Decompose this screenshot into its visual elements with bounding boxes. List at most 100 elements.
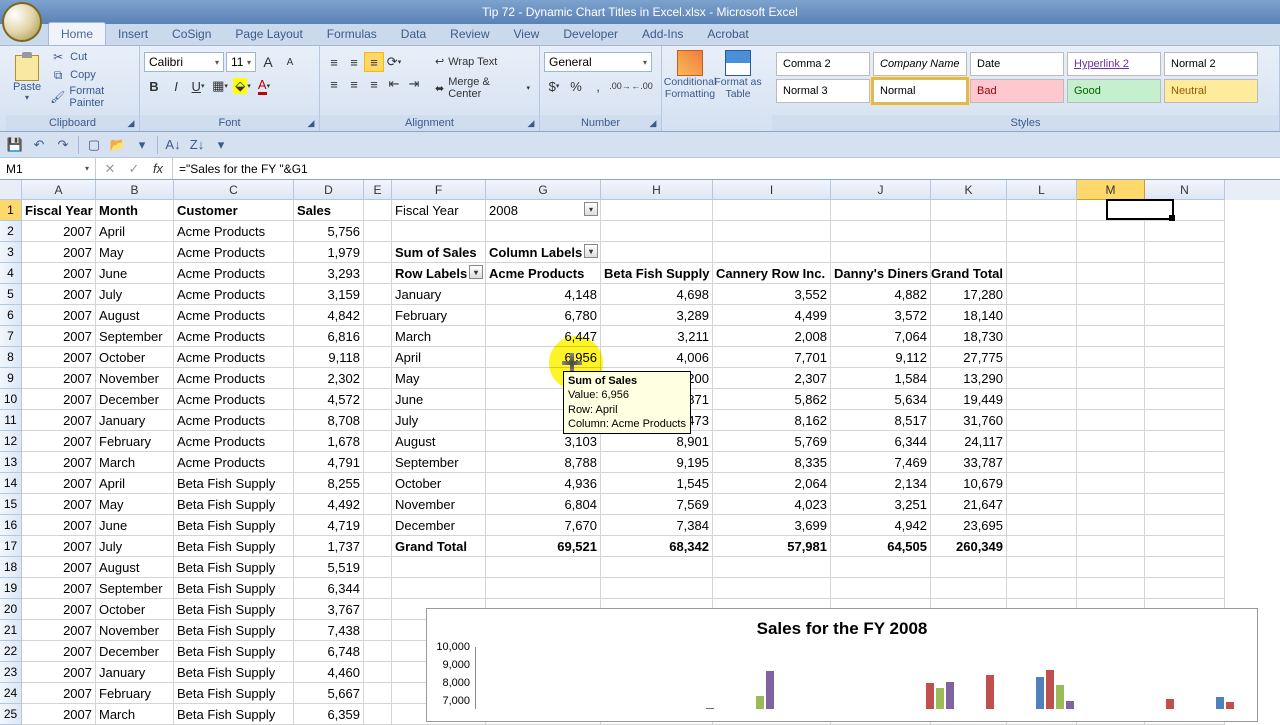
cell-C3[interactable]: Acme Products (174, 242, 294, 263)
new-button[interactable]: ▢ (83, 135, 105, 155)
row-header-18[interactable]: 18 (0, 557, 22, 578)
cell-J16[interactable]: 4,942 (831, 515, 931, 536)
row-header-15[interactable]: 15 (0, 494, 22, 515)
wrap-text-button[interactable]: ↩Wrap Text (430, 52, 535, 71)
cell-E22[interactable] (364, 641, 392, 662)
cell-K7[interactable]: 18,730 (931, 326, 1007, 347)
cell-K19[interactable] (931, 578, 1007, 599)
cell-D17[interactable]: 1,737 (294, 536, 364, 557)
cell-H14[interactable]: 1,545 (601, 473, 713, 494)
cell-L4[interactable] (1007, 263, 1077, 284)
orientation-button[interactable]: ⟳▾ (384, 52, 404, 72)
cell-G5[interactable]: 4,148 (486, 284, 601, 305)
cell-H8[interactable]: 4,006 (601, 347, 713, 368)
cell-I19[interactable] (713, 578, 831, 599)
cell-I2[interactable] (713, 221, 831, 242)
cell-D18[interactable]: 5,519 (294, 557, 364, 578)
cell-C8[interactable]: Acme Products (174, 347, 294, 368)
alignment-dialog-launcher[interactable]: ◢ (525, 117, 537, 129)
cell-B14[interactable]: April (96, 473, 174, 494)
insert-function-button[interactable]: fx (148, 159, 168, 179)
cell-K12[interactable]: 24,117 (931, 431, 1007, 452)
cell-E6[interactable] (364, 305, 392, 326)
cell-C11[interactable]: Acme Products (174, 410, 294, 431)
cell-B20[interactable]: October (96, 599, 174, 620)
cell-I7[interactable]: 2,008 (713, 326, 831, 347)
cell-A3[interactable]: 2007 (22, 242, 96, 263)
cell-D22[interactable]: 6,748 (294, 641, 364, 662)
cell-I14[interactable]: 2,064 (713, 473, 831, 494)
sort-desc-button[interactable]: Z↓ (186, 135, 208, 155)
cell-I4[interactable]: Cannery Row Inc. (713, 263, 831, 284)
cell-B17[interactable]: July (96, 536, 174, 557)
cell-D16[interactable]: 4,719 (294, 515, 364, 536)
cell-I11[interactable]: 8,162 (713, 410, 831, 431)
cell-N18[interactable] (1145, 557, 1225, 578)
cell-style-bad[interactable]: Bad (970, 79, 1064, 103)
cell-J5[interactable]: 4,882 (831, 284, 931, 305)
cell-H4[interactable]: Beta Fish Supply (601, 263, 713, 284)
row-header-6[interactable]: 6 (0, 305, 22, 326)
underline-button[interactable]: U▾ (188, 76, 208, 96)
cell-M7[interactable] (1077, 326, 1145, 347)
cell-K9[interactable]: 13,290 (931, 368, 1007, 389)
cell-D4[interactable]: 3,293 (294, 263, 364, 284)
cell-F15[interactable]: November (392, 494, 486, 515)
cell-K18[interactable] (931, 557, 1007, 578)
cell-F11[interactable]: July (392, 410, 486, 431)
cell-A21[interactable]: 2007 (22, 620, 96, 641)
cell-B21[interactable]: November (96, 620, 174, 641)
row-header-17[interactable]: 17 (0, 536, 22, 557)
cell-C7[interactable]: Acme Products (174, 326, 294, 347)
cell-B13[interactable]: March (96, 452, 174, 473)
cell-I13[interactable]: 8,335 (713, 452, 831, 473)
cell-H18[interactable] (601, 557, 713, 578)
cell-style-comma-2[interactable]: Comma 2 (776, 52, 870, 76)
cell-F8[interactable]: April (392, 347, 486, 368)
cell-B22[interactable]: December (96, 641, 174, 662)
embedded-chart[interactable]: Sales for the FY 2008 10,0009,0008,0007,… (426, 608, 1258, 722)
cell-B25[interactable]: March (96, 704, 174, 725)
decrease-decimal-button[interactable]: ←.00 (632, 76, 652, 96)
qat-more[interactable]: ▾ (210, 135, 232, 155)
cut-button[interactable]: ✂Cut (48, 48, 135, 66)
cell-M10[interactable] (1077, 389, 1145, 410)
cell-B4[interactable]: June (96, 263, 174, 284)
cell-K17[interactable]: 260,349 (931, 536, 1007, 557)
column-header-N[interactable]: N (1145, 180, 1225, 200)
cell-A11[interactable]: 2007 (22, 410, 96, 431)
cell-H7[interactable]: 3,211 (601, 326, 713, 347)
cell-L8[interactable] (1007, 347, 1077, 368)
cell-L14[interactable] (1007, 473, 1077, 494)
cell-E7[interactable] (364, 326, 392, 347)
column-header-L[interactable]: L (1007, 180, 1077, 200)
cell-A2[interactable]: 2007 (22, 221, 96, 242)
cell-J18[interactable] (831, 557, 931, 578)
cell-C22[interactable]: Beta Fish Supply (174, 641, 294, 662)
cell-E15[interactable] (364, 494, 392, 515)
cell-E25[interactable] (364, 704, 392, 725)
pivot-row-filter[interactable]: ▾ (469, 265, 483, 279)
column-header-G[interactable]: G (486, 180, 601, 200)
cell-N12[interactable] (1145, 431, 1225, 452)
cell-J4[interactable]: Danny's Diners (831, 263, 931, 284)
align-middle-button[interactable]: ≡ (344, 52, 364, 72)
cell-H19[interactable] (601, 578, 713, 599)
cell-G3[interactable]: Column Labels▾ (486, 242, 601, 263)
cell-L6[interactable] (1007, 305, 1077, 326)
tab-page-layout[interactable]: Page Layout (223, 23, 314, 45)
cell-M1[interactable] (1077, 200, 1145, 221)
cell-F10[interactable]: June (392, 389, 486, 410)
enter-formula-button[interactable]: ✓ (124, 159, 144, 179)
cell-C5[interactable]: Acme Products (174, 284, 294, 305)
cell-D20[interactable]: 3,767 (294, 599, 364, 620)
cell-E10[interactable] (364, 389, 392, 410)
cell-B15[interactable]: May (96, 494, 174, 515)
cell-E14[interactable] (364, 473, 392, 494)
cell-E24[interactable] (364, 683, 392, 704)
cell-N2[interactable] (1145, 221, 1225, 242)
cell-E11[interactable] (364, 410, 392, 431)
row-header-14[interactable]: 14 (0, 473, 22, 494)
cell-B12[interactable]: February (96, 431, 174, 452)
cell-F1[interactable]: Fiscal Year (392, 200, 486, 221)
